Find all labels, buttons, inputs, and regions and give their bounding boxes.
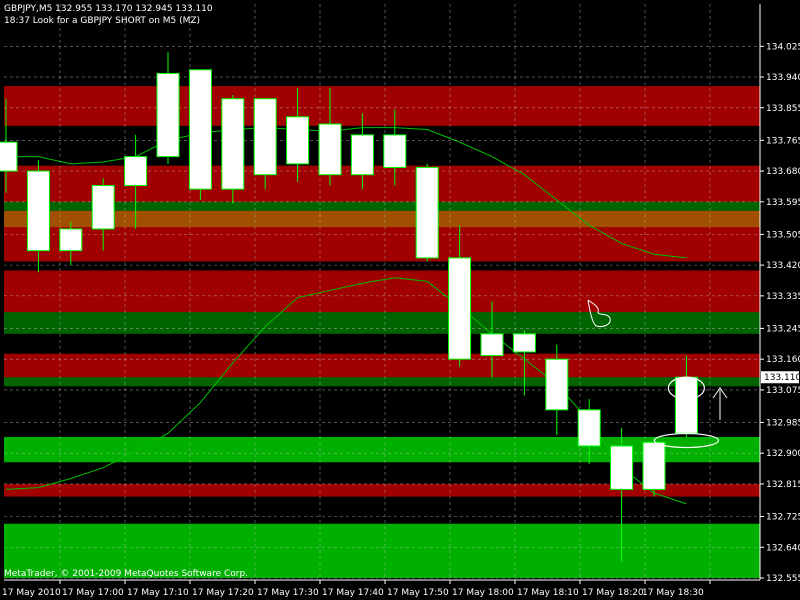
time-tick-label: 17 May 17:40 bbox=[322, 588, 384, 598]
candle-body bbox=[318, 123, 342, 176]
candlestick-chart: 134.025 133.940 133.855 133.765 133.680 133.5… bbox=[0, 4, 800, 598]
candle-body bbox=[350, 134, 374, 176]
time-tick-label: 17 May 17:50 bbox=[387, 588, 449, 598]
candle-body bbox=[512, 333, 536, 353]
candle-body bbox=[610, 445, 634, 490]
price-tick-label: 133.075 bbox=[766, 386, 800, 396]
time-tick-label: 17 May 18:00 bbox=[452, 588, 514, 598]
candle-body bbox=[577, 409, 601, 447]
price-zone-red bbox=[4, 353, 760, 381]
price-zone-red bbox=[4, 86, 760, 126]
candle-body bbox=[0, 141, 18, 172]
time-tick-label: 17 May 18:30 bbox=[642, 588, 704, 598]
price-tick-label: 133.420 bbox=[766, 261, 800, 271]
price-tick-label: 133.855 bbox=[766, 104, 800, 114]
candle-body bbox=[448, 257, 472, 360]
price-zone-green bbox=[4, 201, 760, 211]
time-tick-label: 17 May 18:10 bbox=[517, 588, 579, 598]
candle-body bbox=[286, 116, 310, 165]
candle-body bbox=[221, 98, 245, 190]
price-zone-orange bbox=[4, 210, 760, 228]
candle-body bbox=[253, 98, 277, 176]
candle-body bbox=[124, 156, 148, 187]
up-arrow-icon bbox=[712, 387, 728, 420]
price-tick-label: 132.725 bbox=[766, 513, 800, 523]
candle-body bbox=[59, 228, 83, 252]
price-tick-label: 132.555 bbox=[766, 574, 800, 584]
price-tick-label: 132.900 bbox=[766, 449, 800, 459]
candle-body bbox=[545, 358, 569, 411]
copyright-text: MetaTrader, © 2001-2009 MetaQuotes Softw… bbox=[4, 569, 249, 579]
candle-body bbox=[642, 441, 666, 490]
time-tick-label: 17 May 17:00 bbox=[62, 588, 124, 598]
time-tick-label: 17 May 17:30 bbox=[257, 588, 319, 598]
current-price-label: 133.110 bbox=[764, 373, 800, 383]
time-tick-label: 17 May 17:20 bbox=[192, 588, 254, 598]
time-tick-label: 17 May 17:10 bbox=[127, 588, 189, 598]
price-tick-label: 133.505 bbox=[766, 230, 800, 240]
price-tick-label: 132.815 bbox=[766, 480, 800, 490]
price-tick-label: 133.680 bbox=[766, 167, 800, 177]
price-tick-label: 133.335 bbox=[766, 292, 800, 302]
price-tick-label: 133.595 bbox=[766, 198, 800, 208]
price-tick-label: 133.245 bbox=[766, 324, 800, 334]
candle-body bbox=[26, 170, 50, 252]
time-tick-label: 17 May 18:20 bbox=[582, 588, 644, 598]
price-tick-label: 132.640 bbox=[766, 543, 800, 553]
price-tick-label: 133.765 bbox=[766, 136, 800, 146]
candle-body bbox=[480, 333, 504, 357]
chart-note: 18:37 Look for a GBPJPY SHORT on M5 (MZ) bbox=[4, 16, 201, 26]
price-tick-label: 134.025 bbox=[766, 42, 800, 52]
price-tick-label: 133.160 bbox=[766, 355, 800, 365]
candle-body bbox=[91, 185, 115, 230]
chart-symbol-header: GBPJPY,M5 132.955 133.170 132.945 133.11… bbox=[4, 4, 213, 14]
candle-body bbox=[383, 134, 407, 168]
price-tick-label: 132.985 bbox=[766, 418, 800, 428]
price-zone-red bbox=[4, 270, 760, 313]
price-zone-green bbox=[4, 377, 760, 387]
time-tick-label: 17 May 2010 bbox=[2, 588, 61, 598]
candle-body bbox=[188, 69, 212, 190]
candle-body bbox=[156, 72, 180, 158]
candle-body bbox=[674, 376, 698, 434]
candle-body bbox=[415, 166, 439, 259]
price-tick-label: 133.940 bbox=[766, 73, 800, 83]
